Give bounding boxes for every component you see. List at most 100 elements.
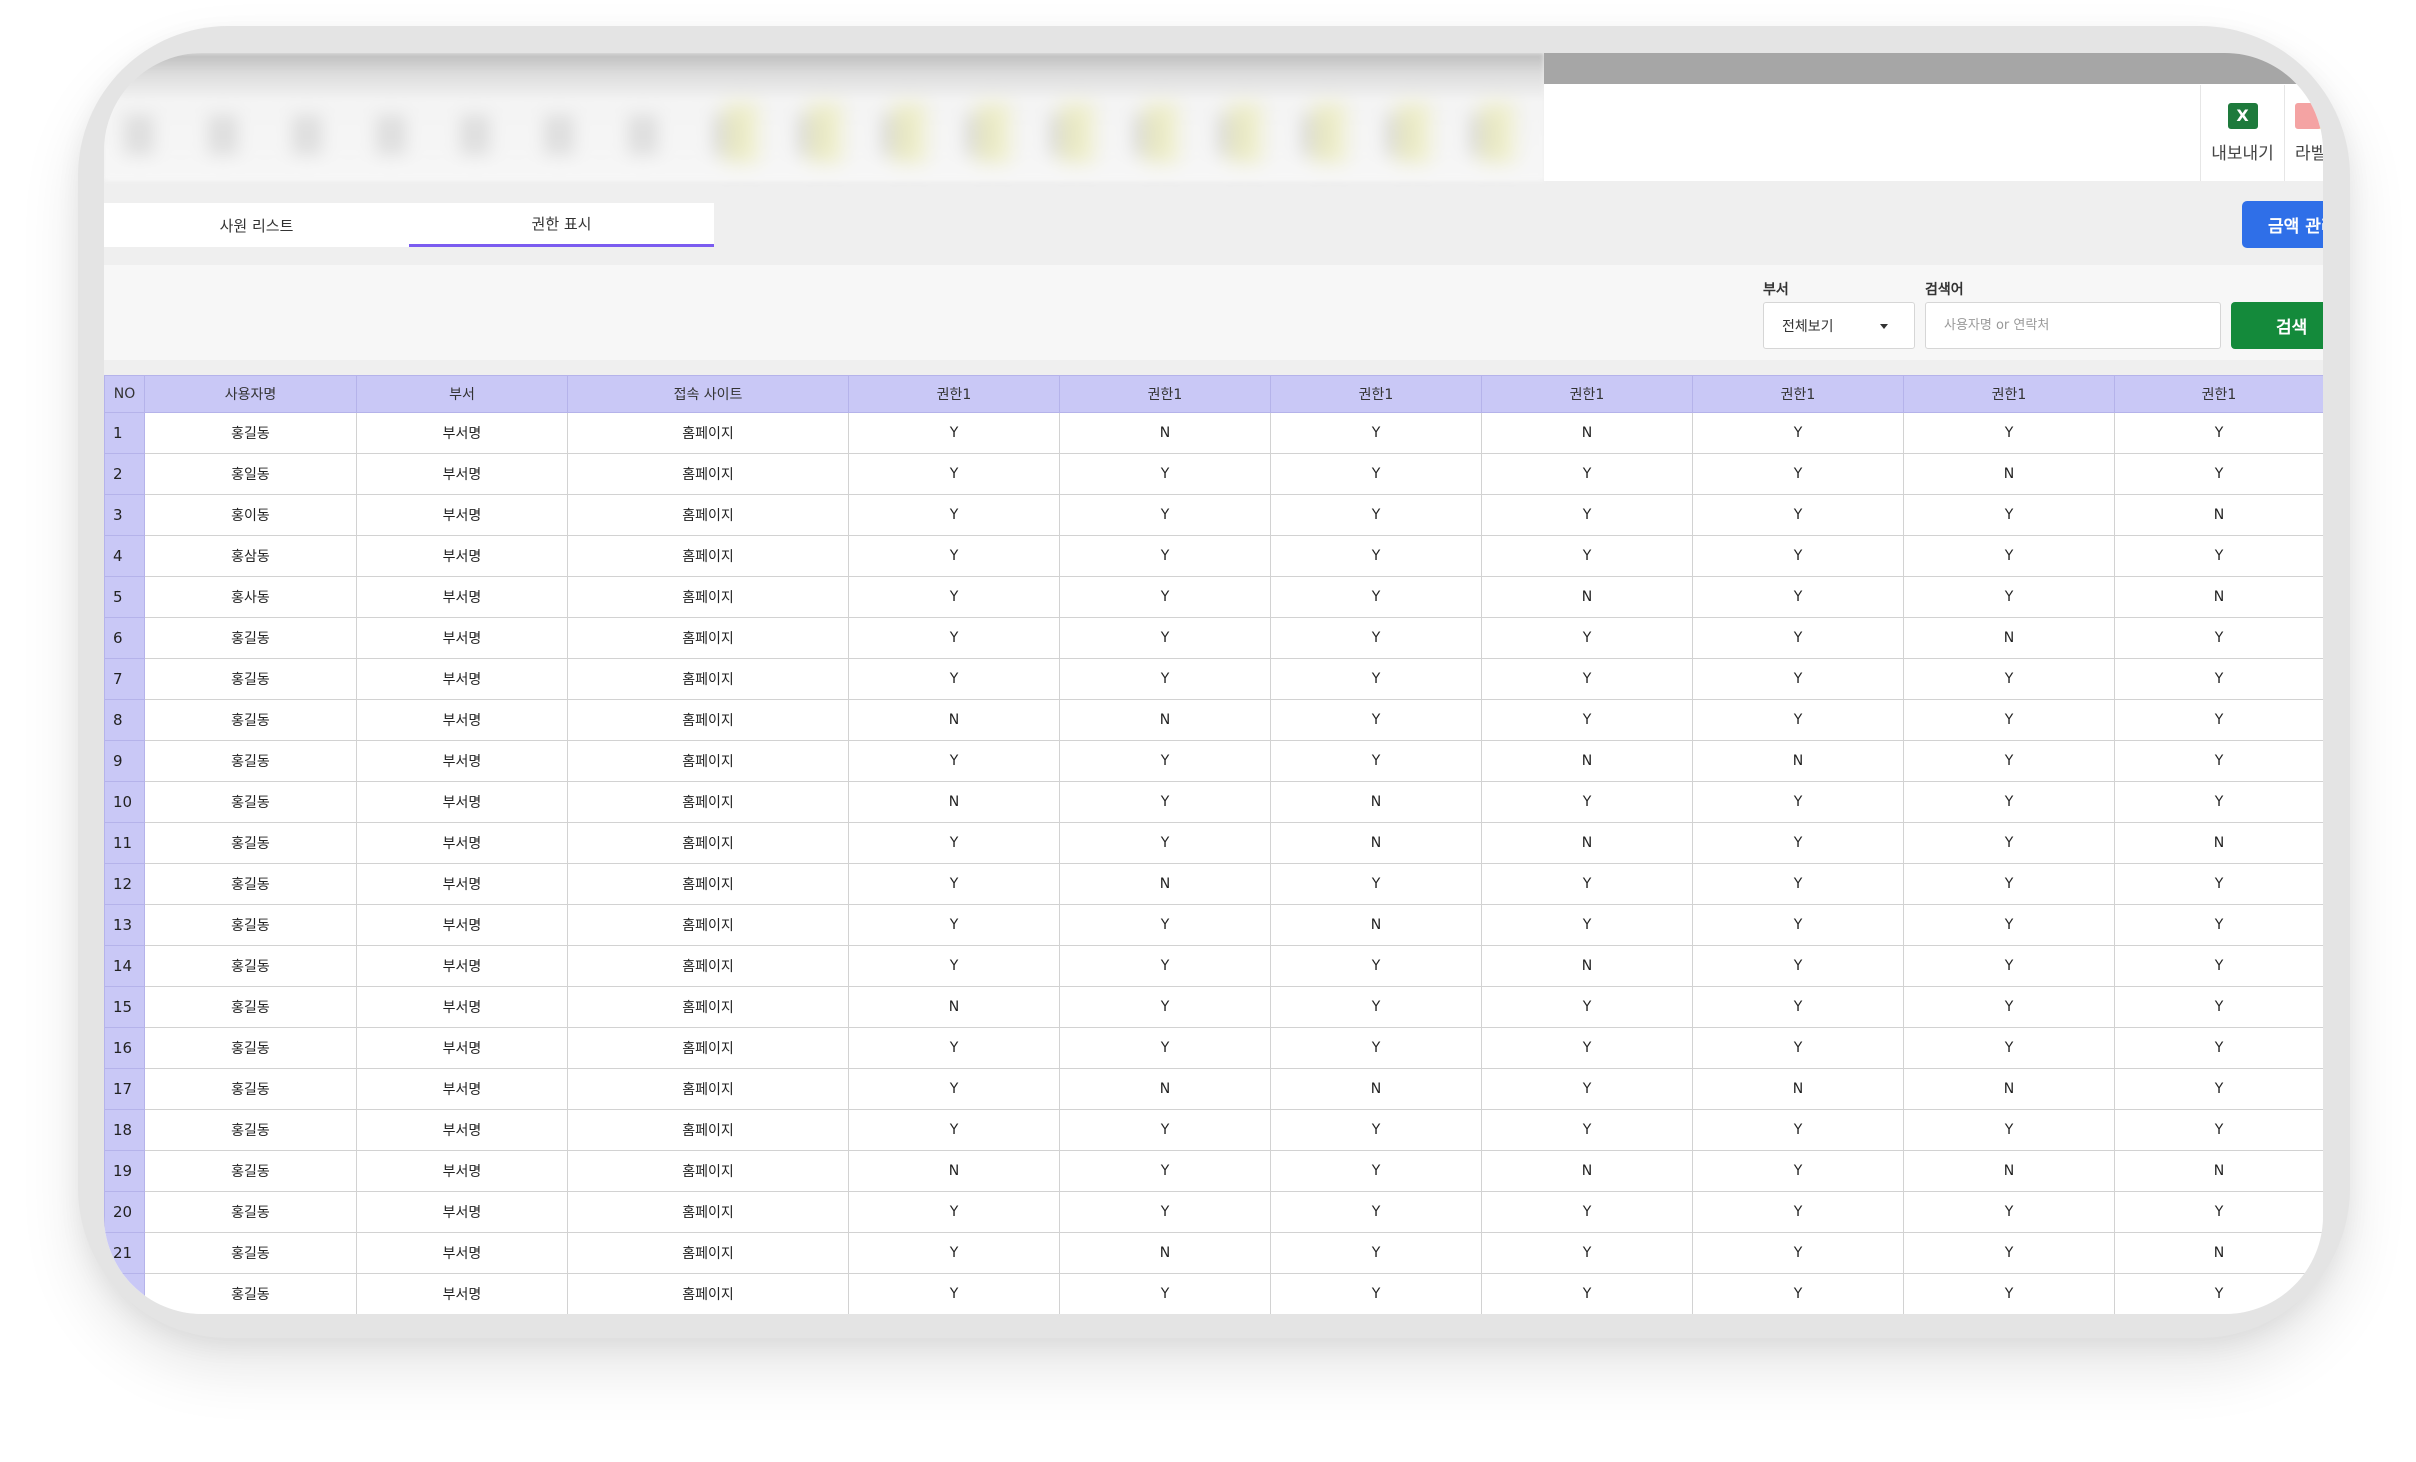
table-cell: Y [1059,453,1271,495]
table-cell: N [1481,945,1693,987]
table-cell: N [1903,1068,2115,1110]
row-number-cell: 1 [104,412,145,454]
table-cell: Y [1270,412,1482,454]
table-cell: Y [848,1232,1060,1274]
table-cell: N [2114,494,2323,536]
row-number-cell: 4 [104,535,145,577]
table-row[interactable]: 15 홍길동 부서명 홈페이지 N Y Y Y Y Y Y [104,986,2323,1028]
table-cell: 홈페이지 [567,986,849,1028]
table-cell: N [1903,617,2115,659]
table-row[interactable]: 6 홍길동 부서명 홈페이지 Y Y Y Y Y N Y [104,617,2323,659]
tab-employee-list[interactable]: 사원 리스트 [104,203,409,247]
table-row[interactable]: 9 홍길동 부서명 홈페이지 Y Y Y N N Y Y [104,740,2323,782]
table-cell: 홍길동 [144,617,357,659]
table-cell: N [1481,576,1693,618]
table-cell: Y [1692,1273,1904,1314]
table-row[interactable]: 3 홍이동 부서명 홈페이지 Y Y Y Y Y Y N [104,494,2323,536]
table-cell: Y [1059,658,1271,700]
table-cell: 홍길동 [144,740,357,782]
table-cell: N [848,781,1060,823]
table-cell: Y [1481,904,1693,946]
table-cell: 부서명 [356,535,568,577]
table-row[interactable]: 10 홍길동 부서명 홈페이지 N Y N Y Y Y Y [104,781,2323,823]
excel-icon: X [2227,102,2258,129]
table-cell: 홍길동 [144,1068,357,1110]
table-cell: Y [848,1191,1060,1233]
row-number-cell: 3 [104,494,145,536]
table-cell: 부서명 [356,412,568,454]
table-cell: N [1270,1068,1482,1110]
table-cell: 홍이동 [144,494,357,536]
table-cell: 홈페이지 [567,576,849,618]
table-cell: N [1481,1150,1693,1192]
table-cell: Y [1059,494,1271,536]
table-cell: Y [1903,494,2115,536]
table-cell: N [1903,453,2115,495]
table-cell: Y [1059,1109,1271,1151]
table-row[interactable]: 12 홍길동 부서명 홈페이지 Y N Y Y Y Y Y [104,863,2323,905]
table-cell: N [1692,1068,1904,1110]
table-cell: Y [1270,1273,1482,1314]
table-cell: Y [1270,986,1482,1028]
amount-manage-button[interactable]: 금액 관리 [2242,201,2323,248]
tab-permissions[interactable]: 권한 표시 [409,203,714,247]
table-cell: 홈페이지 [567,494,849,536]
table-row[interactable]: 19 홍길동 부서명 홈페이지 N Y Y N Y N N [104,1150,2323,1192]
dept-select[interactable]: 전체보기 [1763,302,1915,349]
table-cell: 홈페이지 [567,1273,849,1314]
table-cell: 홍일동 [144,453,357,495]
table-row[interactable]: 13 홍길동 부서명 홈페이지 Y Y N Y Y Y Y [104,904,2323,946]
search-input[interactable] [1925,302,2221,349]
table-cell: Y [1059,822,1271,864]
table-cell: Y [1059,1150,1271,1192]
table-cell: N [2114,1232,2323,1274]
column-header: 권한1 [848,375,1060,413]
table-row[interactable]: 2 홍일동 부서명 홈페이지 Y Y Y Y Y N Y [104,453,2323,495]
table-cell: Y [1692,1232,1904,1274]
table-row[interactable]: 21 홍길동 부서명 홈페이지 Y N Y Y Y Y N [104,1232,2323,1274]
table-row[interactable]: 5 홍사동 부서명 홈페이지 Y Y Y N Y Y N [104,576,2323,618]
table-row[interactable]: 16 홍길동 부서명 홈페이지 Y Y Y Y Y Y Y [104,1027,2323,1069]
table-cell: 부서명 [356,699,568,741]
row-number-cell: 14 [104,945,145,987]
table-cell: Y [2114,1068,2323,1110]
table-row[interactable]: 20 홍길동 부서명 홈페이지 Y Y Y Y Y Y Y [104,1191,2323,1233]
table-cell: Y [1481,699,1693,741]
table-cell: Y [1903,1191,2115,1233]
table-row[interactable]: 11 홍길동 부서명 홈페이지 Y Y N N Y Y N [104,822,2323,864]
table-cell: Y [1692,863,1904,905]
table-row[interactable]: 4 홍삼동 부서명 홈페이지 Y Y Y Y Y Y Y [104,535,2323,577]
search-button[interactable]: 검색 [2231,302,2323,349]
table-cell: N [1481,822,1693,864]
table-cell: Y [1903,1027,2115,1069]
row-number-cell: 6 [104,617,145,659]
export-excel-button[interactable]: X 내보내기 [2200,85,2284,181]
blurred-header [104,53,1544,181]
table-cell: Y [848,822,1060,864]
table-cell: Y [2114,863,2323,905]
column-header: 권한1 [1059,375,1271,413]
table-cell: Y [848,1273,1060,1314]
table-row[interactable]: 18 홍길동 부서명 홈페이지 Y Y Y Y Y Y Y [104,1109,2323,1151]
table-row[interactable]: 17 홍길동 부서명 홈페이지 Y N N Y N N Y [104,1068,2323,1110]
row-number-cell: 12 [104,863,145,905]
table-cell: Y [2114,986,2323,1028]
table-cell: Y [1692,658,1904,700]
table-cell: N [848,699,1060,741]
table-cell: Y [848,658,1060,700]
table-cell: Y [1481,494,1693,536]
column-header: 권한1 [1692,375,1904,413]
permissions-table: NO 사용자명 부서 접속 사이트 권한1 권한1 권한1 권한1 권한1 권한1 권한1 1 홍길동… [104,375,2323,1314]
table-cell: 부서명 [356,822,568,864]
table-row[interactable]: 14 홍길동 부서명 홈페이지 Y Y Y N Y Y Y [104,945,2323,987]
label-print-button[interactable]: 라벨 [2284,85,2323,181]
table-row[interactable]: 1 홍길동 부서명 홈페이지 Y N Y N Y Y Y [104,412,2323,454]
table-cell: Y [848,412,1060,454]
table-row[interactable]: 7 홍길동 부서명 홈페이지 Y Y Y Y Y Y Y [104,658,2323,700]
table-row[interactable]: 8 홍길동 부서명 홈페이지 N N Y Y Y Y Y [104,699,2323,741]
table-cell: Y [1481,781,1693,823]
table-cell: N [1270,904,1482,946]
label-icon [2295,102,2321,129]
table-row[interactable]: 홍길동 부서명 홈페이지 Y Y Y Y Y Y Y [104,1273,2323,1314]
row-number-cell: 9 [104,740,145,782]
